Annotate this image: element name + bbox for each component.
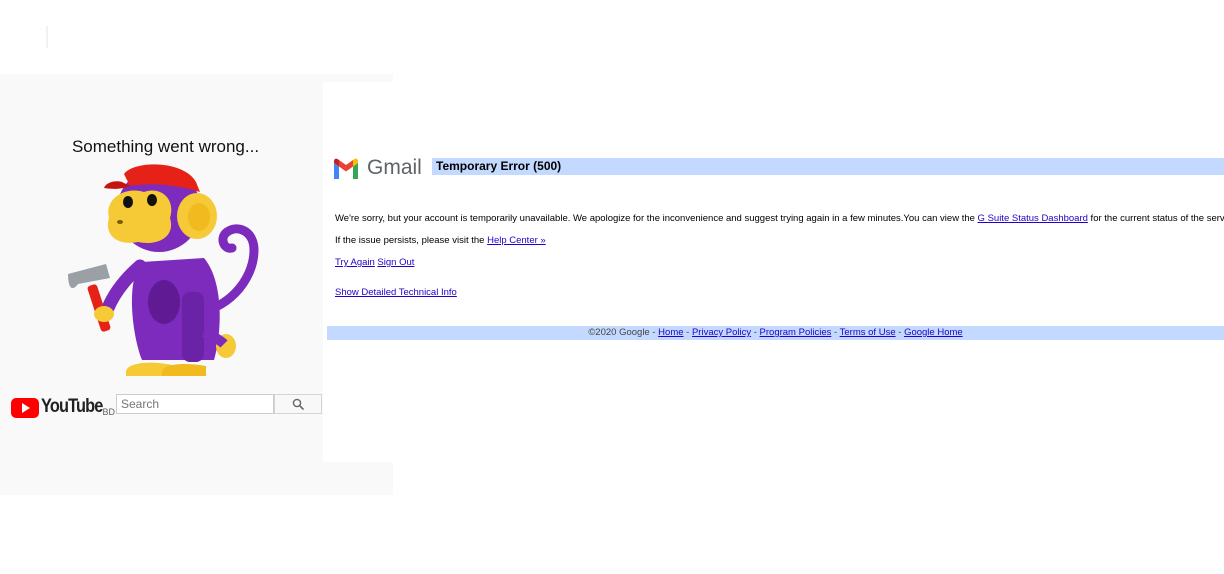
- broken-monkey-illustration: [68, 164, 259, 376]
- gmail-logo-text: Gmail: [367, 156, 422, 179]
- gmail-envelope-icon: [334, 158, 358, 179]
- error-message: We're sorry, but your account is tempora…: [335, 213, 1224, 224]
- try-again-link[interactable]: Try Again: [335, 257, 375, 268]
- footer-separator: -: [683, 327, 692, 338]
- sign-out-link[interactable]: Sign Out: [377, 257, 414, 268]
- action-links: Try Again Sign Out: [335, 257, 414, 268]
- help-center-link[interactable]: Help Center »: [487, 235, 546, 246]
- footer-link-privacy-policy[interactable]: Privacy Policy: [692, 327, 751, 338]
- footer-link-terms-of-use[interactable]: Terms of Use: [840, 327, 896, 338]
- youtube-play-icon: [11, 398, 39, 418]
- search-icon: [292, 398, 304, 410]
- footer-separator: -: [831, 327, 840, 338]
- youtube-logo[interactable]: YouTube BD: [11, 394, 115, 418]
- footer-separator: -: [751, 327, 760, 338]
- show-technical-info-link[interactable]: Show Detailed Technical Info: [335, 287, 457, 298]
- footer-separator: -: [895, 327, 905, 338]
- footer-link-program-policies[interactable]: Program Policies: [760, 327, 832, 338]
- error-message-text-1: We're sorry, but your account is tempora…: [335, 213, 978, 224]
- error-title: Temporary Error (500): [436, 159, 562, 173]
- youtube-search-input[interactable]: [116, 394, 274, 414]
- footer-link-home[interactable]: Home: [658, 327, 683, 338]
- footer-bar: ©2020 Google - Home - Privacy Policy - P…: [327, 326, 1224, 340]
- footer-copyright: ©2020 Google -: [588, 327, 659, 338]
- gmail-error-page: Gmail Temporary Error (500) We're sorry,…: [323, 82, 1224, 462]
- footer-link-google-home[interactable]: Google Home: [904, 327, 963, 338]
- error-title-bar: Temporary Error (500): [432, 158, 1224, 175]
- youtube-country-code: BD: [102, 407, 115, 417]
- youtube-search-button[interactable]: [274, 394, 322, 414]
- top-divider-mark: [46, 26, 48, 48]
- youtube-error-title: Something went wrong...: [71, 137, 260, 156]
- technical-info: Show Detailed Technical Info: [335, 287, 457, 298]
- persist-message: If the issue persists, please visit the …: [335, 235, 546, 246]
- error-message-text-2: for the current status of the service.: [1090, 213, 1224, 224]
- gmail-logo[interactable]: Gmail: [332, 156, 422, 180]
- status-dashboard-link[interactable]: G Suite Status Dashboard: [978, 213, 1088, 224]
- persist-text: If the issue persists, please visit the: [335, 235, 488, 246]
- youtube-logo-text: YouTube: [41, 396, 103, 417]
